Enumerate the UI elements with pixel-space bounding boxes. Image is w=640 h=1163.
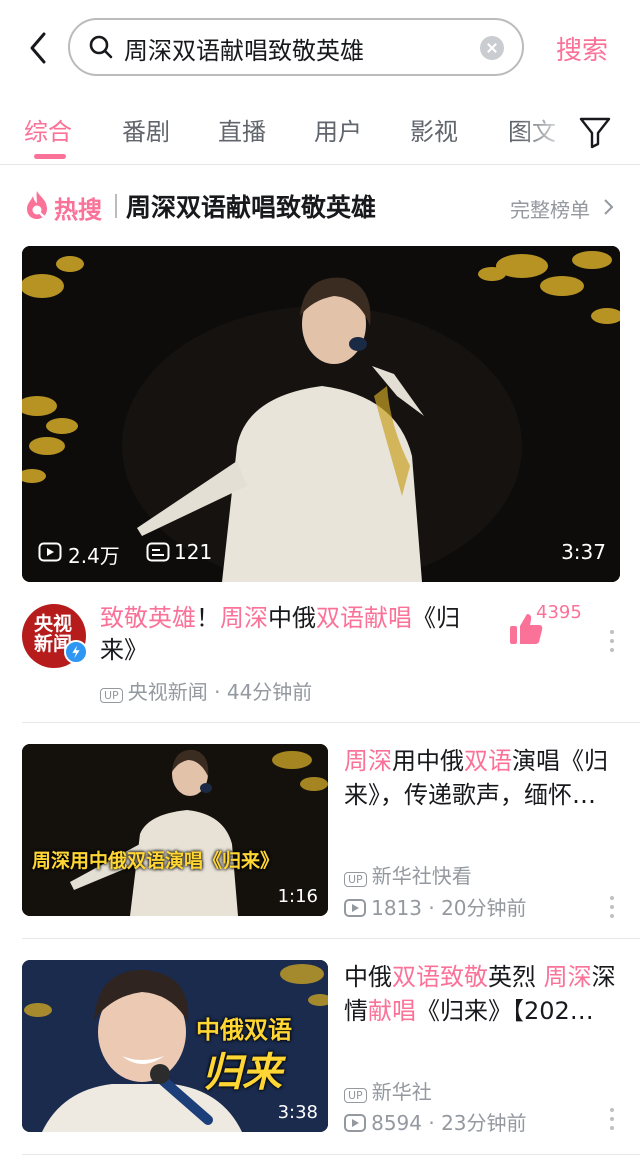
title-text: ！ — [196, 604, 220, 632]
title-highlight: 周深 — [344, 747, 392, 775]
title-highlight: 双语献唱 — [316, 604, 412, 632]
title-highlight: 致敬英雄 — [100, 604, 196, 632]
duration: 3:37 — [561, 540, 606, 564]
video-title[interactable]: 致敬英雄！周深中俄双语献唱《归来》 — [100, 602, 490, 666]
duration: 1:16 — [277, 886, 318, 907]
tab-all[interactable]: 综合 — [24, 112, 72, 147]
search-query[interactable]: 周深双语献唱致敬英雄 — [124, 31, 364, 66]
video-title[interactable]: 中俄双语致敬英烈 周深深情献唱《归来》【202… — [344, 960, 620, 1028]
active-tab-indicator — [34, 154, 66, 159]
filter-icon[interactable] — [578, 114, 612, 150]
tab-fade — [520, 104, 570, 162]
video-thumbnail[interactable]: 中俄双语 归来 3:38 — [22, 960, 328, 1132]
video-author: UP 新华社快看 — [344, 860, 472, 889]
tab-bar: 综合 番剧 直播 用户 影视 图文 — [0, 104, 640, 165]
divider — [22, 722, 640, 723]
author-name[interactable]: 新华社 — [372, 1080, 432, 1104]
hot-search-title[interactable]: 周深双语献唱致敬英雄 — [126, 188, 376, 224]
chevron-right-icon[interactable] — [603, 198, 615, 216]
video-meta: UP 央视新闻 · 44分钟前 — [100, 676, 312, 705]
more-icon[interactable] — [609, 896, 615, 920]
up-badge: UP — [344, 872, 367, 887]
up-badge: UP — [100, 688, 123, 703]
thumbnail-caption: 周深用中俄双语演唱《归来》 — [32, 850, 280, 872]
search-icon — [89, 35, 113, 59]
title-text: 英烈 — [488, 963, 544, 991]
author-name[interactable]: 央视新闻 — [128, 680, 208, 704]
view-count: 1813 — [371, 896, 422, 920]
thumbnail-caption: 归来 — [202, 1050, 282, 1096]
verified-icon — [64, 640, 88, 664]
title-text: 中俄 — [268, 604, 316, 632]
hot-search-label: 热搜 — [54, 196, 102, 224]
danmaku-count: 121 — [174, 540, 213, 564]
tab-users[interactable]: 用户 — [314, 112, 362, 147]
publish-time: 23分钟前 — [441, 1111, 527, 1135]
play-count-icon — [38, 542, 62, 562]
video-stats: 8594 · 23分钟前 — [344, 1107, 527, 1136]
search-input[interactable]: 周深双语献唱致敬英雄 — [68, 18, 524, 76]
more-icon[interactable] — [609, 1108, 615, 1132]
search-button[interactable]: 搜索 — [556, 30, 608, 67]
danmaku-icon — [146, 542, 170, 562]
performer-image — [22, 246, 620, 582]
meta-dot: · — [422, 896, 442, 920]
up-badge: UP — [344, 1088, 367, 1103]
title-highlight: 周深 — [220, 604, 268, 632]
publish-time: 20分钟前 — [441, 896, 527, 920]
play-count-icon — [344, 899, 366, 917]
more-icon[interactable] — [609, 630, 615, 654]
back-arrow-icon[interactable] — [26, 30, 52, 66]
title-text: 中俄 — [344, 963, 392, 991]
video-title[interactable]: 周深用中俄双语演唱《归来》，传递歌声，缅怀… — [344, 744, 620, 812]
fire-icon — [27, 191, 47, 219]
view-count: 2.4万 — [68, 544, 120, 568]
title-highlight: 双语致敬 — [392, 963, 488, 991]
clear-icon[interactable] — [480, 36, 504, 60]
tab-live[interactable]: 直播 — [218, 112, 266, 147]
divider — [22, 938, 640, 939]
author-name[interactable]: 新华社快看 — [372, 864, 472, 888]
video-thumbnail[interactable]: 2.4万 121 3:37 — [22, 246, 620, 582]
title-highlight: 献唱 — [368, 997, 416, 1025]
title-highlight: 周深 — [543, 963, 592, 991]
title-highlight: 双语 — [464, 747, 512, 775]
play-count-icon — [344, 1114, 366, 1132]
duration: 3:38 — [277, 1102, 318, 1123]
video-stats: 1813 · 20分钟前 — [344, 892, 527, 921]
like-count: 4395 — [536, 602, 582, 623]
meta-dot: · — [422, 1111, 442, 1135]
title-text: 用中俄 — [392, 747, 464, 775]
tab-film[interactable]: 影视 — [410, 112, 458, 147]
view-count: 8594 — [371, 1111, 422, 1135]
divider — [115, 194, 117, 218]
tab-bangumi[interactable]: 番剧 — [122, 112, 170, 147]
full-list-link[interactable]: 完整榜单 — [510, 194, 590, 223]
video-thumbnail[interactable]: 周深用中俄双语演唱《归来》 1:16 — [22, 744, 328, 916]
publish-time: 44分钟前 — [226, 680, 313, 704]
meta-dot: · — [207, 680, 227, 704]
video-author: UP 新华社 — [344, 1076, 432, 1105]
divider — [22, 1154, 640, 1155]
title-text: 《归来》【202… — [416, 997, 594, 1025]
